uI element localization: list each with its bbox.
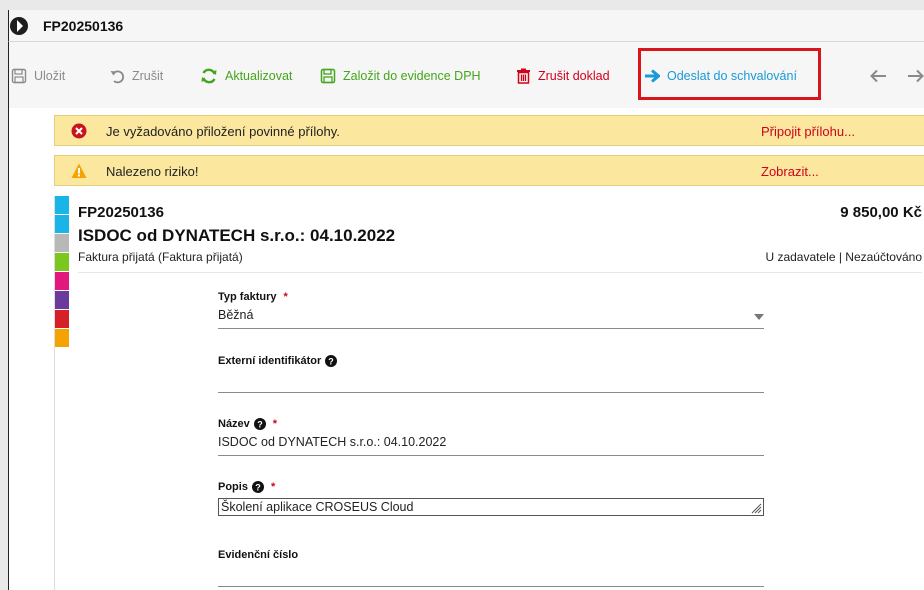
name-field[interactable]: Název ? * ISDOC od DYNATECH s.r.o.: 04.1… — [218, 417, 764, 456]
warning-triangle-icon — [71, 163, 87, 178]
color-strip-segment — [55, 329, 69, 347]
field-underline — [218, 392, 764, 393]
app-logo-icon — [10, 17, 28, 35]
window-title: FP20250136 — [43, 18, 124, 34]
color-strip-segment — [55, 253, 69, 271]
description-field[interactable]: Popis ? * Školení aplikace CROSEUS Cloud — [218, 480, 764, 516]
delete-document-button[interactable]: Zrušit doklad — [516, 66, 610, 86]
field-underline — [218, 586, 764, 587]
invoice-type-value: Běžná — [218, 308, 254, 322]
save-button[interactable]: Uložit — [11, 66, 65, 86]
field-label: Popis ? * — [218, 481, 276, 493]
required-mark: * — [283, 291, 288, 303]
window-frame — [0, 0, 924, 10]
external-id-value — [218, 372, 764, 388]
alert-risk-found: Nalezeno riziko! Zobrazit... — [54, 155, 924, 186]
svg-text:?: ? — [257, 420, 263, 430]
invoice-type-select[interactable]: Typ faktury * Běžná — [218, 290, 764, 329]
help-icon[interactable]: ? — [253, 418, 266, 430]
undo-icon — [110, 70, 125, 84]
description-textarea[interactable]: Školení aplikace CROSEUS Cloud — [218, 498, 764, 516]
color-strip-segment — [55, 310, 69, 328]
field-underline — [218, 455, 764, 456]
alert-text: Nalezeno riziko! — [106, 164, 199, 179]
send-for-approval-button-label: Odeslat do schvalování — [667, 69, 797, 83]
vat-register-button[interactable]: Založit do evidence DPH — [320, 66, 481, 86]
document-type: Faktura přijatá (Faktura přijatá) — [78, 250, 243, 264]
record-number-value — [218, 566, 764, 582]
alert-text: Je vyžadováno přiložení povinné přílohy. — [106, 124, 340, 139]
document-title: ISDOC od DYNATECH s.r.o.: 04.10.2022 — [78, 226, 396, 245]
vat-register-button-label: Založit do evidence DPH — [343, 69, 481, 83]
field-underline — [218, 328, 764, 329]
delete-document-button-label: Zrušit doklad — [538, 69, 610, 83]
dropdown-caret-icon[interactable] — [754, 314, 764, 320]
color-strip — [55, 196, 69, 348]
divider — [78, 272, 922, 273]
cancel-button[interactable]: Zrušit — [109, 66, 163, 86]
alert-missing-attachment: Je vyžadováno přiložení povinné přílohy.… — [54, 115, 924, 146]
name-value: ISDOC od DYNATECH s.r.o.: 04.10.2022 — [218, 435, 447, 449]
help-icon[interactable]: ? — [325, 355, 338, 367]
field-label: Typ faktury * — [218, 291, 288, 303]
color-strip-segment — [55, 291, 69, 309]
trash-icon — [517, 68, 530, 84]
color-strip-segment — [55, 196, 69, 214]
svg-text:?: ? — [255, 483, 261, 493]
refresh-button-label: Aktualizovat — [225, 69, 293, 83]
save-button-label: Uložit — [34, 69, 66, 83]
document-amount: 9 850,00 Kč — [840, 204, 922, 221]
document-number: FP20250136 — [78, 204, 164, 221]
attach-file-link[interactable]: Připojit přílohu... — [761, 124, 855, 139]
arrow-right-icon — [645, 69, 660, 83]
resize-grip-icon[interactable] — [750, 502, 762, 514]
field-label: Evidenční číslo — [218, 549, 299, 561]
error-circle-icon — [71, 123, 87, 139]
floppy-disk-icon — [11, 68, 27, 84]
required-mark: * — [272, 418, 278, 430]
required-mark: * — [270, 481, 276, 493]
color-strip-segment — [55, 272, 69, 290]
send-for-approval-button[interactable]: Odeslat do schvalování — [644, 66, 797, 86]
record-number-field[interactable]: Evidenční číslo — [218, 548, 764, 587]
document-card: FP20250136 ISDOC od DYNATECH s.r.o.: 04.… — [54, 196, 924, 590]
show-risk-link[interactable]: Zobrazit... — [761, 164, 819, 179]
title-bar: FP20250136 — [8, 10, 924, 42]
refresh-icon — [201, 68, 217, 84]
color-strip-segment — [55, 215, 69, 233]
document-status: U zadavatele | Nezaúčtováno — [765, 250, 922, 264]
next-arrow-icon[interactable] — [907, 68, 924, 84]
field-label: Externí identifikátor ? — [218, 354, 764, 368]
external-id-field[interactable]: Externí identifikátor ? — [218, 354, 764, 393]
previous-arrow-icon[interactable] — [869, 68, 887, 84]
toolbar: Uložit Zrušit Aktualizovat Založit do ev… — [8, 42, 924, 108]
description-value: Školení aplikace CROSEUS Cloud — [221, 500, 414, 514]
help-icon[interactable]: ? — [251, 481, 264, 493]
color-strip-segment — [55, 234, 69, 252]
refresh-button[interactable]: Aktualizovat — [200, 66, 292, 86]
floppy-disk-icon — [320, 68, 336, 84]
svg-text:?: ? — [329, 357, 335, 367]
field-label: Název ? * — [218, 418, 278, 430]
cancel-button-label: Zrušit — [132, 69, 164, 83]
content-area: Je vyžadováno přiložení povinné přílohy.… — [8, 108, 924, 590]
